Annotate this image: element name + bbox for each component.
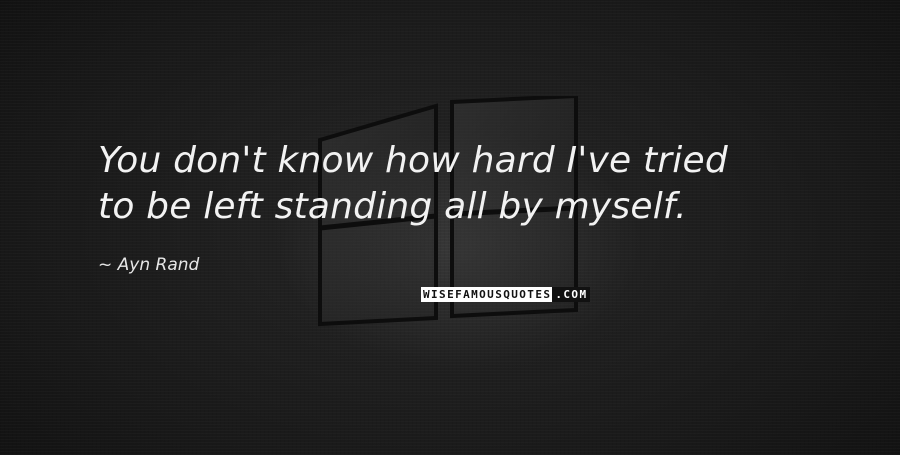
watermark-text: WISEFAMOUSQUOTES [423,288,552,301]
quote-line: to be left standing all by myself. [98,186,687,227]
quote-line: You don't know how hard I've tried [98,140,728,181]
quote-card: You don't know how hard I've tried to be… [0,0,900,455]
author-name: ~ Ayn Rand [98,255,200,275]
quote-text: You don't know how hard I've tried to be… [98,138,858,230]
watermark-suffix: .COM [552,287,591,302]
watermark-logo: WISEFAMOUSQUOTES .COM [421,287,591,302]
